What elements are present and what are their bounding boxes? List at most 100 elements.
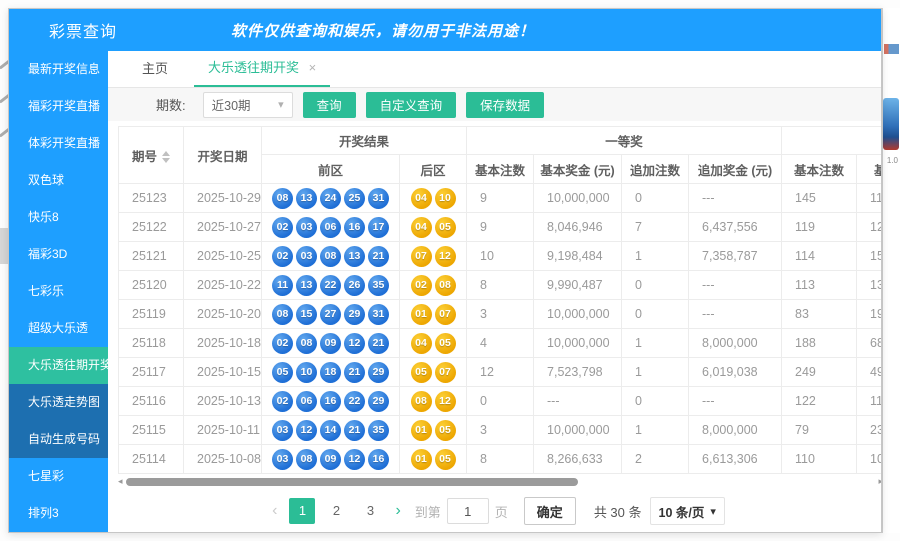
cell-issue: 25119 bbox=[119, 300, 184, 329]
cell-date: 2025-10-11 bbox=[184, 416, 262, 445]
period-label: 期数: bbox=[156, 95, 186, 114]
front-ball: 29 bbox=[368, 362, 389, 383]
front-ball: 13 bbox=[296, 275, 317, 296]
sidebar-item-5[interactable]: 福彩3D bbox=[9, 236, 108, 273]
front-ball: 15 bbox=[296, 304, 317, 325]
cell-front-balls: 0312142135 bbox=[262, 416, 400, 445]
cell-date: 2025-10-22 bbox=[184, 271, 262, 300]
period-select[interactable]: 近30期 ▾ bbox=[203, 92, 293, 118]
background-window-sliver: 1.0 bbox=[882, 8, 900, 533]
total-count-label: 共 30 条 bbox=[594, 502, 642, 521]
cell-basic-prize: --- bbox=[534, 387, 622, 416]
cell-issue: 25121 bbox=[119, 242, 184, 271]
scrollbar-thumb[interactable] bbox=[126, 478, 578, 486]
cell-clipped: 233, bbox=[857, 416, 881, 445]
next-page-icon[interactable]: › bbox=[387, 502, 408, 520]
sidebar-item-10[interactable]: 自动生成号码 bbox=[9, 421, 108, 458]
front-ball: 02 bbox=[272, 391, 293, 412]
cell-basic-count: 8 bbox=[467, 445, 534, 474]
cell-date: 2025-10-08 bbox=[184, 445, 262, 474]
sidebar-item-0[interactable]: 最新开奖信息 bbox=[9, 51, 108, 88]
cell-basic-count2: 114 bbox=[782, 242, 857, 271]
page-button-1[interactable]: 1 bbox=[289, 498, 315, 524]
sidebar-item-label: 体彩开奖直播 bbox=[28, 136, 100, 150]
cell-date: 2025-10-25 bbox=[184, 242, 262, 271]
front-ball: 08 bbox=[320, 246, 341, 267]
cell-extra-prize: --- bbox=[689, 300, 782, 329]
sidebar-item-3[interactable]: 双色球 bbox=[9, 162, 108, 199]
sidebar-item-11[interactable]: 七星彩 bbox=[9, 458, 108, 495]
scroll-right-icon[interactable]: ▸ bbox=[878, 476, 881, 487]
horizontal-scrollbar[interactable]: ◂ ▸ bbox=[118, 477, 881, 487]
back-ball: 07 bbox=[411, 246, 432, 267]
cell-back-balls: 0507 bbox=[400, 358, 467, 387]
sidebar-item-9[interactable]: 大乐透走势图 bbox=[9, 384, 108, 421]
back-ball: 08 bbox=[411, 391, 432, 412]
scroll-left-icon[interactable]: ◂ bbox=[118, 476, 123, 487]
sidebar-item-label: 快乐8 bbox=[28, 210, 59, 224]
cell-extra-prize: 6,613,306 bbox=[689, 445, 782, 474]
goto-page-input[interactable] bbox=[447, 498, 489, 524]
sidebar-item-1[interactable]: 福彩开奖直播 bbox=[9, 88, 108, 125]
cell-clipped: 126, bbox=[857, 213, 881, 242]
cell-extra-prize: 8,000,000 bbox=[689, 329, 782, 358]
cell-basic-prize: 8,046,946 bbox=[534, 213, 622, 242]
cell-clipped: 116, bbox=[857, 184, 881, 213]
cell-basic-count2: 119 bbox=[782, 213, 857, 242]
page-size-select[interactable]: 10 条/页 ▾ bbox=[650, 497, 725, 525]
save-data-button[interactable]: 保存数据 bbox=[466, 92, 544, 118]
cell-basic-count: 9 bbox=[467, 213, 534, 242]
query-bar: 期数: 近30期 ▾ 查询 自定义查询 保存数据 bbox=[108, 88, 881, 121]
back-ball: 05 bbox=[435, 420, 456, 441]
prev-page-icon[interactable]: ‹ bbox=[264, 502, 285, 520]
cell-basic-prize: 7,523,798 bbox=[534, 358, 622, 387]
results-table-wrap: 期号 开奖日期 开奖结果 一等奖 前区 后区 基本注数 bbox=[118, 126, 881, 474]
cell-basic-count2: 145 bbox=[782, 184, 857, 213]
sort-icon[interactable] bbox=[162, 151, 170, 163]
cell-back-balls: 0105 bbox=[400, 445, 467, 474]
cell-front-balls: 0208091221 bbox=[262, 329, 400, 358]
front-ball: 18 bbox=[320, 362, 341, 383]
cell-basic-count: 10 bbox=[467, 242, 534, 271]
front-ball: 21 bbox=[368, 333, 389, 354]
tab-home[interactable]: 主页 bbox=[128, 58, 182, 87]
cell-basic-count: 0 bbox=[467, 387, 534, 416]
tab-lottery-history[interactable]: 大乐透往期开奖 × bbox=[194, 57, 330, 87]
custom-query-button[interactable]: 自定义查询 bbox=[366, 92, 457, 118]
sidebar-item-6[interactable]: 七彩乐 bbox=[9, 273, 108, 310]
confirm-button[interactable]: 确定 bbox=[524, 497, 576, 525]
front-ball: 12 bbox=[344, 333, 365, 354]
cell-basic-count2: 79 bbox=[782, 416, 857, 445]
cell-basic-count: 3 bbox=[467, 300, 534, 329]
sidebar-item-4[interactable]: 快乐8 bbox=[9, 199, 108, 236]
sidebar-item-12[interactable]: 排列3 bbox=[9, 495, 108, 532]
cell-date: 2025-10-13 bbox=[184, 387, 262, 416]
search-button[interactable]: 查询 bbox=[303, 92, 356, 118]
sidebar-item-8[interactable]: 大乐透往期开奖 bbox=[9, 347, 108, 384]
front-ball: 14 bbox=[320, 420, 341, 441]
sidebar-item-2[interactable]: 体彩开奖直播 bbox=[9, 125, 108, 162]
cell-basic-count2: 110 bbox=[782, 445, 857, 474]
col-header-basic-count-2: 基本注数 bbox=[782, 155, 857, 184]
front-ball: 06 bbox=[320, 217, 341, 238]
page-button-3[interactable]: 3 bbox=[357, 498, 383, 524]
sidebar-item-7[interactable]: 超级大乐透 bbox=[9, 310, 108, 347]
cell-extra-count: 2 bbox=[622, 445, 689, 474]
front-ball: 12 bbox=[344, 449, 365, 470]
front-ball: 35 bbox=[368, 420, 389, 441]
cell-basic-prize: 9,198,484 bbox=[534, 242, 622, 271]
cell-date: 2025-10-27 bbox=[184, 213, 262, 242]
col-header-issue[interactable]: 期号 bbox=[119, 127, 184, 184]
cell-basic-count2: 122 bbox=[782, 387, 857, 416]
front-ball: 03 bbox=[272, 420, 293, 441]
back-ball: 04 bbox=[411, 217, 432, 238]
chevron-down-icon: ▾ bbox=[278, 98, 284, 111]
cell-back-balls: 0712 bbox=[400, 242, 467, 271]
app-title: 彩票查询 bbox=[9, 18, 117, 42]
close-icon[interactable]: × bbox=[309, 60, 317, 75]
table-row: 251232025-10-2908132425310410910,000,000… bbox=[119, 184, 882, 213]
front-ball: 08 bbox=[272, 188, 293, 209]
front-ball: 17 bbox=[368, 217, 389, 238]
cell-clipped: 113, bbox=[857, 387, 881, 416]
page-button-2[interactable]: 2 bbox=[323, 498, 349, 524]
